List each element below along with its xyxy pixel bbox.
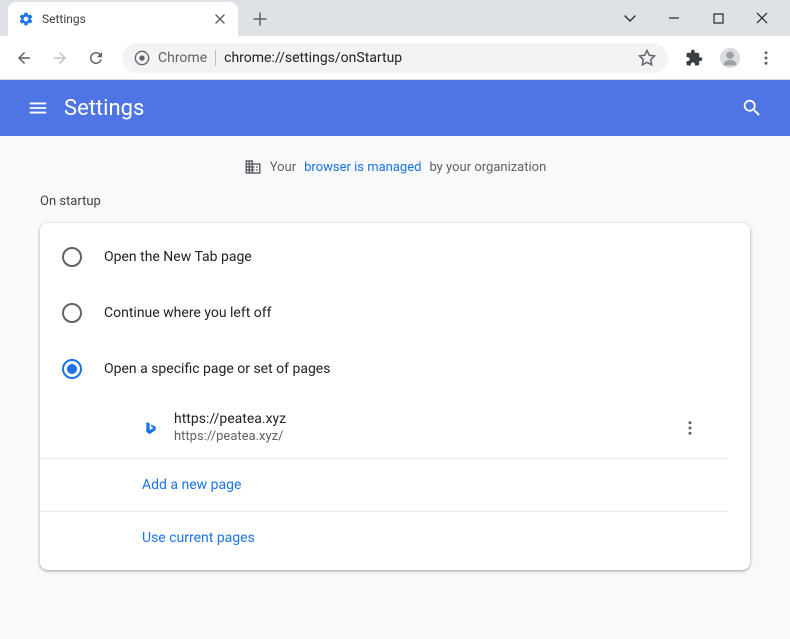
forward-button bbox=[44, 42, 76, 74]
option-specific-pages[interactable]: Open a specific page or set of pages bbox=[40, 341, 750, 397]
add-page-link[interactable]: Add a new page bbox=[40, 459, 728, 512]
minimize-button[interactable] bbox=[664, 8, 684, 28]
managed-banner: Your browser is managed by your organiza… bbox=[0, 152, 790, 194]
managed-suffix: by your organization bbox=[429, 160, 546, 175]
hamburger-menu-button[interactable] bbox=[18, 88, 58, 128]
star-icon[interactable] bbox=[638, 49, 656, 67]
page-texts: https://peatea.xyz https://peatea.xyz/ bbox=[174, 411, 660, 444]
bing-icon bbox=[142, 419, 160, 437]
page-menu-button[interactable] bbox=[674, 412, 706, 444]
section-title: On startup bbox=[0, 194, 790, 223]
reload-button[interactable] bbox=[80, 42, 112, 74]
omnibox-origin: Chrome bbox=[158, 50, 207, 66]
startup-card: Open the New Tab page Continue where you… bbox=[40, 223, 750, 570]
gear-icon bbox=[18, 11, 34, 27]
browser-tab[interactable]: Settings bbox=[8, 2, 238, 36]
separator bbox=[215, 50, 216, 66]
radio-icon bbox=[62, 359, 82, 379]
tab-bar: Settings bbox=[0, 0, 790, 36]
page-title: Settings bbox=[64, 96, 732, 121]
option-label: Open a specific page or set of pages bbox=[104, 361, 330, 377]
option-continue[interactable]: Continue where you left off bbox=[40, 285, 750, 341]
extensions-button[interactable] bbox=[678, 42, 710, 74]
back-button[interactable] bbox=[8, 42, 40, 74]
managed-prefix: Your bbox=[270, 160, 296, 175]
maximize-button[interactable] bbox=[708, 8, 728, 28]
chrome-icon bbox=[134, 50, 150, 66]
managed-link[interactable]: browser is managed bbox=[304, 160, 421, 175]
option-label: Open the New Tab page bbox=[104, 249, 252, 265]
search-button[interactable] bbox=[732, 88, 772, 128]
page-title-text: https://peatea.xyz bbox=[174, 411, 660, 427]
building-icon bbox=[244, 158, 262, 176]
settings-header: Settings bbox=[0, 80, 790, 136]
close-icon[interactable] bbox=[212, 11, 228, 27]
menu-button[interactable] bbox=[750, 42, 782, 74]
startup-page-row: https://peatea.xyz https://peatea.xyz/ bbox=[40, 397, 728, 459]
omnibox[interactable]: Chrome chrome://settings/onStartup bbox=[122, 43, 668, 73]
page-url-text: https://peatea.xyz/ bbox=[174, 429, 660, 444]
radio-icon bbox=[62, 247, 82, 267]
radio-icon bbox=[62, 303, 82, 323]
tab-title: Settings bbox=[42, 12, 204, 26]
address-bar: Chrome chrome://settings/onStartup bbox=[0, 36, 790, 80]
chevron-down-icon[interactable] bbox=[620, 8, 640, 28]
option-new-tab[interactable]: Open the New Tab page bbox=[40, 229, 750, 285]
use-current-pages-link[interactable]: Use current pages bbox=[40, 512, 728, 564]
profile-button[interactable] bbox=[714, 42, 746, 74]
close-button[interactable] bbox=[752, 8, 772, 28]
new-tab-button[interactable] bbox=[246, 5, 274, 33]
window-controls bbox=[602, 0, 790, 36]
content-area: Your browser is managed by your organiza… bbox=[0, 136, 790, 639]
option-label: Continue where you left off bbox=[104, 305, 272, 321]
omnibox-url: chrome://settings/onStartup bbox=[224, 50, 630, 66]
